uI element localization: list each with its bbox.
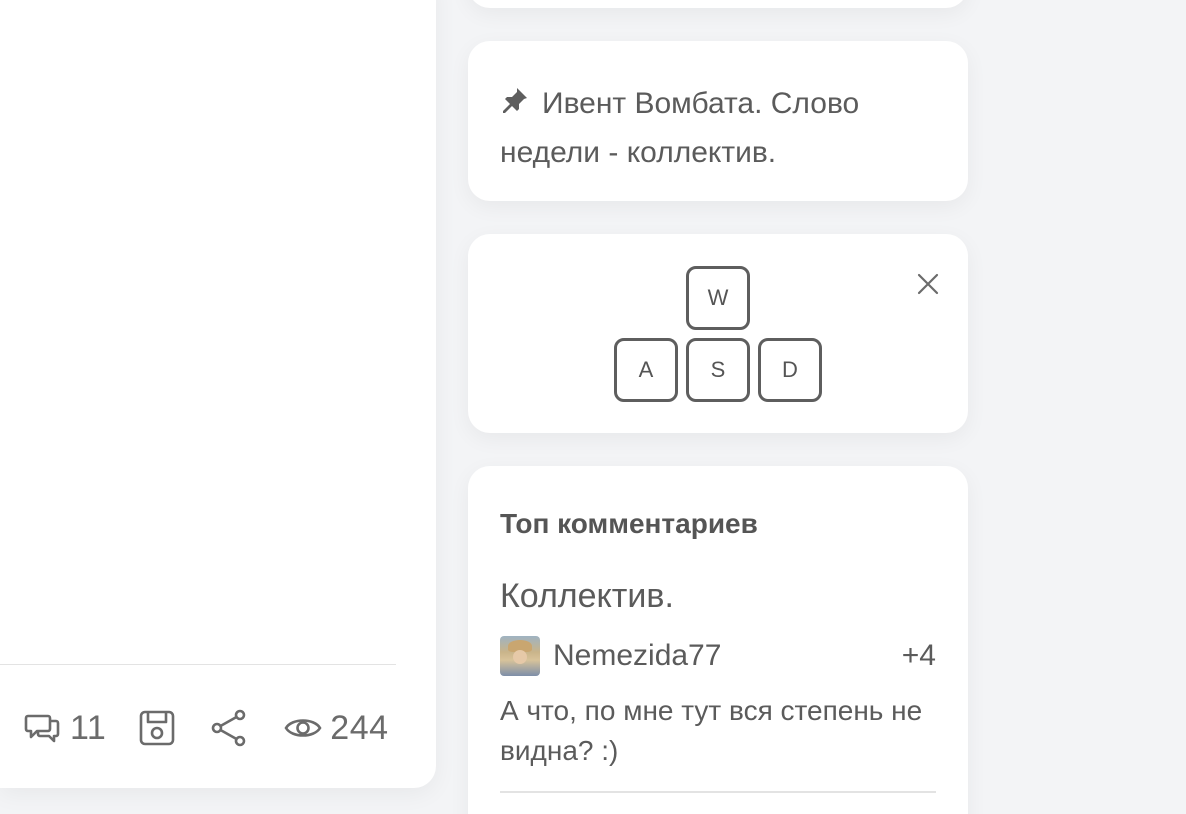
post-footer-divider xyxy=(0,664,396,665)
comments-icon xyxy=(24,714,60,743)
pinned-event-text: Ивент Вомбата. Слово недели - коллектив. xyxy=(500,87,860,169)
avatar[interactable] xyxy=(500,636,540,676)
pinned-event-card[interactable]: Ивент Вомбата. Слово недели - коллектив. xyxy=(468,41,968,201)
views-count: 244 xyxy=(330,708,389,747)
post-footer: 11 244 xyxy=(24,704,389,752)
pinned-event-text-wrap: Ивент Вомбата. Слово недели - коллектив. xyxy=(500,79,936,177)
close-button[interactable] xyxy=(914,270,942,298)
share-button[interactable] xyxy=(210,709,248,747)
close-icon xyxy=(917,273,939,295)
top-comments-title: Топ комментариев xyxy=(500,508,758,539)
keyboard-hint-card: W A S D xyxy=(468,234,968,433)
top-comment-username[interactable]: Nemezida77 xyxy=(553,639,902,673)
top-comment-text[interactable]: А что, по мне тут вся степень не видна? … xyxy=(500,691,936,771)
share-icon xyxy=(211,709,246,747)
top-comment-author-row: Nemezida77 +4 xyxy=(500,635,936,677)
post-card: 11 244 xyxy=(0,0,436,788)
eye-icon xyxy=(284,719,322,737)
save-icon xyxy=(139,710,175,746)
top-comments-divider xyxy=(500,791,936,793)
top-comment-post-title[interactable]: Коллектив. xyxy=(500,575,936,617)
top-comment-score: +4 xyxy=(901,639,936,672)
key-a: A xyxy=(614,338,678,402)
views-counter: 244 xyxy=(284,709,388,748)
key-d: D xyxy=(758,338,822,402)
top-comments-card: Топ комментариев Коллектив. Nemezida77 +… xyxy=(468,466,968,814)
key-s: S xyxy=(686,338,750,402)
comments-button[interactable]: 11 xyxy=(24,709,106,748)
sidebar-card-top xyxy=(468,0,968,8)
pin-icon xyxy=(503,88,527,113)
key-w: W xyxy=(686,266,750,330)
save-button[interactable] xyxy=(138,709,176,747)
comments-count: 11 xyxy=(70,708,107,747)
